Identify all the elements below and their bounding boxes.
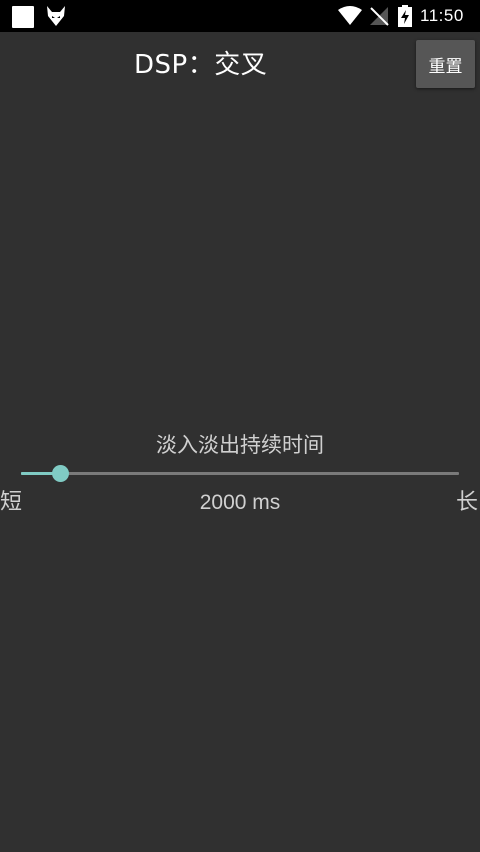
fox-app-icon <box>47 6 65 26</box>
fade-duration-slider[interactable] <box>21 465 459 482</box>
notification-square-icon <box>12 6 34 28</box>
wifi-icon <box>338 6 362 25</box>
slider-max-label: 长 <box>456 490 479 515</box>
page-title: DSP：交叉 <box>134 50 268 80</box>
fade-duration-label: 淡入淡出持续时间 <box>156 433 324 457</box>
signal-off-icon <box>370 7 389 26</box>
battery-charging-icon <box>398 5 412 27</box>
reset-button[interactable]: 重置 <box>416 40 475 88</box>
slider-value: 2000 ms <box>199 491 281 514</box>
status-bar: 11:50 <box>0 0 480 32</box>
slider-thumb[interactable] <box>52 465 70 482</box>
status-time: 11:50 <box>420 6 464 25</box>
